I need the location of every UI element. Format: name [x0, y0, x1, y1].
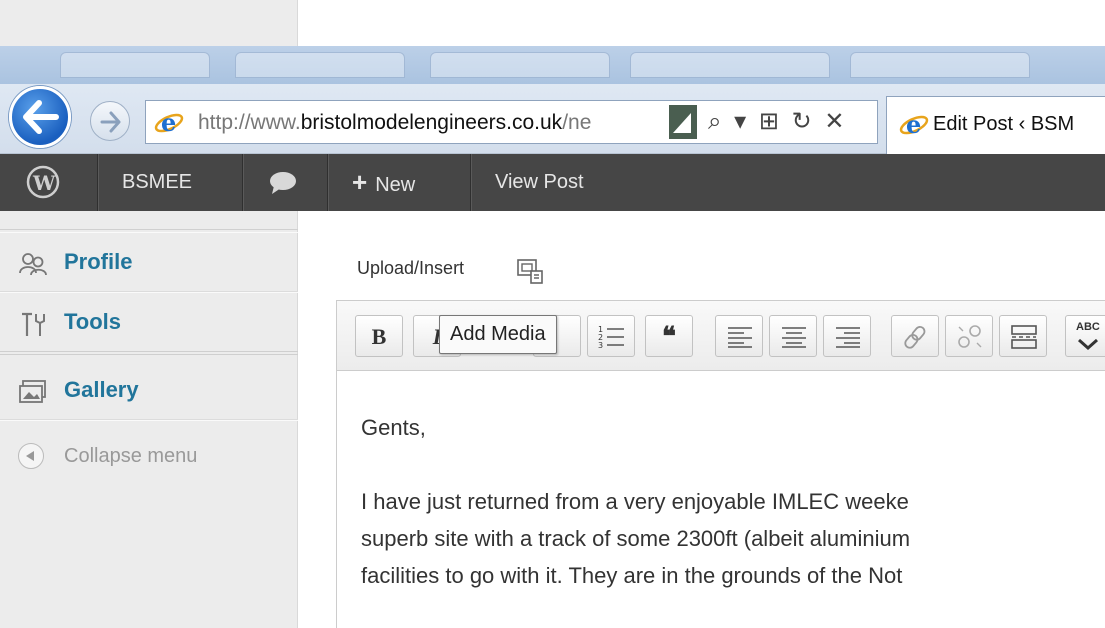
background-tab[interactable] — [850, 52, 1030, 78]
sidebar-item-tools[interactable]: Tools — [0, 293, 298, 351]
site-name-link[interactable]: BSMEE — [122, 154, 192, 211]
browser-tab-strip — [0, 46, 1105, 84]
comments-button[interactable] — [268, 154, 298, 211]
tools-icon — [22, 312, 45, 336]
collapse-menu-label: Collapse menu — [64, 445, 198, 467]
plus-icon: + — [352, 167, 368, 197]
blockquote-button[interactable]: ❝ — [645, 315, 693, 357]
chevron-down-icon — [1078, 338, 1098, 350]
back-button[interactable] — [6, 84, 84, 162]
align-left-icon — [728, 327, 752, 348]
address-bar-tools[interactable]: ⌕ ▾ ⊞ ↻ ✕ — [708, 107, 848, 136]
link-icon — [904, 326, 926, 349]
background-tab[interactable] — [60, 52, 210, 78]
back-arrow-icon — [23, 100, 59, 134]
insert-link-button[interactable] — [891, 315, 939, 357]
forward-button[interactable] — [90, 101, 130, 141]
sidebar-item-profile[interactable]: Profile — [0, 233, 298, 291]
align-right-button[interactable] — [823, 315, 871, 357]
bold-button[interactable]: B — [355, 315, 403, 357]
sidebar-item-label: Tools — [64, 309, 122, 334]
sidebar-item-label: Profile — [64, 249, 133, 274]
sidebar-item-gallery[interactable]: Gallery — [0, 361, 298, 419]
background-tab[interactable] — [430, 52, 610, 78]
add-media-tooltip: Add Media — [439, 315, 557, 354]
wordpress-logo-button[interactable]: W — [26, 154, 60, 211]
editor-content[interactable]: Gents, I have just returned from a very … — [361, 409, 910, 594]
add-media-icon[interactable] — [515, 256, 545, 286]
background-tab[interactable] — [235, 52, 405, 78]
content-paragraph: facilities to go with it. They are in th… — [361, 563, 903, 588]
top-blank-area — [298, 0, 1105, 46]
wordpress-logo-icon: W — [26, 165, 60, 199]
ie-logo-icon: e — [899, 111, 929, 139]
svg-text:e: e — [906, 111, 921, 139]
read-more-icon — [1011, 325, 1037, 349]
svg-text:e: e — [161, 109, 176, 137]
upload-insert-label: Upload/Insert — [357, 258, 465, 278]
profile-icon — [19, 253, 47, 276]
new-label: New — [375, 174, 416, 196]
top-left-strip — [0, 0, 298, 46]
unlink-icon — [958, 325, 982, 348]
ie-logo-icon: e — [154, 109, 184, 137]
collapse-arrow-icon — [18, 443, 44, 469]
remove-link-button[interactable] — [945, 315, 993, 357]
comment-bubble-icon — [270, 172, 296, 194]
numbered-list-icon: 1 2 3 — [598, 325, 624, 350]
toolbar-toggle-label: ABC — [1076, 321, 1100, 333]
background-tab[interactable] — [630, 52, 830, 78]
toolbar-toggle-button[interactable]: ABC — [1065, 315, 1105, 357]
align-center-button[interactable] — [769, 315, 817, 357]
numbered-list-button[interactable]: 1 2 3 — [587, 315, 635, 357]
svg-text:W: W — [32, 171, 56, 195]
sidebar-item-label: Gallery — [64, 377, 139, 402]
content-paragraph: superb site with a track of some 2300ft … — [361, 526, 911, 551]
admin-sidebar: Profile Tools Gallery Collapse menu — [0, 211, 298, 628]
gallery-icon — [19, 380, 46, 403]
content-paragraph: I have just returned from a very enjoyab… — [361, 489, 909, 514]
forward-arrow-icon — [100, 111, 121, 133]
new-content-button[interactable]: + New — [352, 154, 415, 211]
align-left-button[interactable] — [715, 315, 763, 357]
address-bar[interactable]: e http://www.bristolmodelengineers.co.uk… — [145, 100, 878, 144]
mouse-cursor-icon — [669, 105, 697, 139]
view-post-link[interactable]: View Post — [495, 154, 584, 211]
align-center-icon — [782, 327, 806, 348]
wp-admin-bar: W BSMEE + New View Post — [0, 154, 1105, 211]
content-paragraph: Gents, — [361, 415, 426, 440]
active-tab[interactable]: e Edit Post ‹ BSM — [886, 96, 1105, 154]
svg-text:3: 3 — [598, 341, 603, 350]
insert-more-button[interactable] — [999, 315, 1047, 357]
tab-title: Edit Post ‹ BSM — [933, 113, 1075, 135]
align-right-icon — [836, 327, 860, 348]
url-text[interactable]: http://www.bristolmodelengineers.co.uk/n… — [198, 111, 668, 135]
